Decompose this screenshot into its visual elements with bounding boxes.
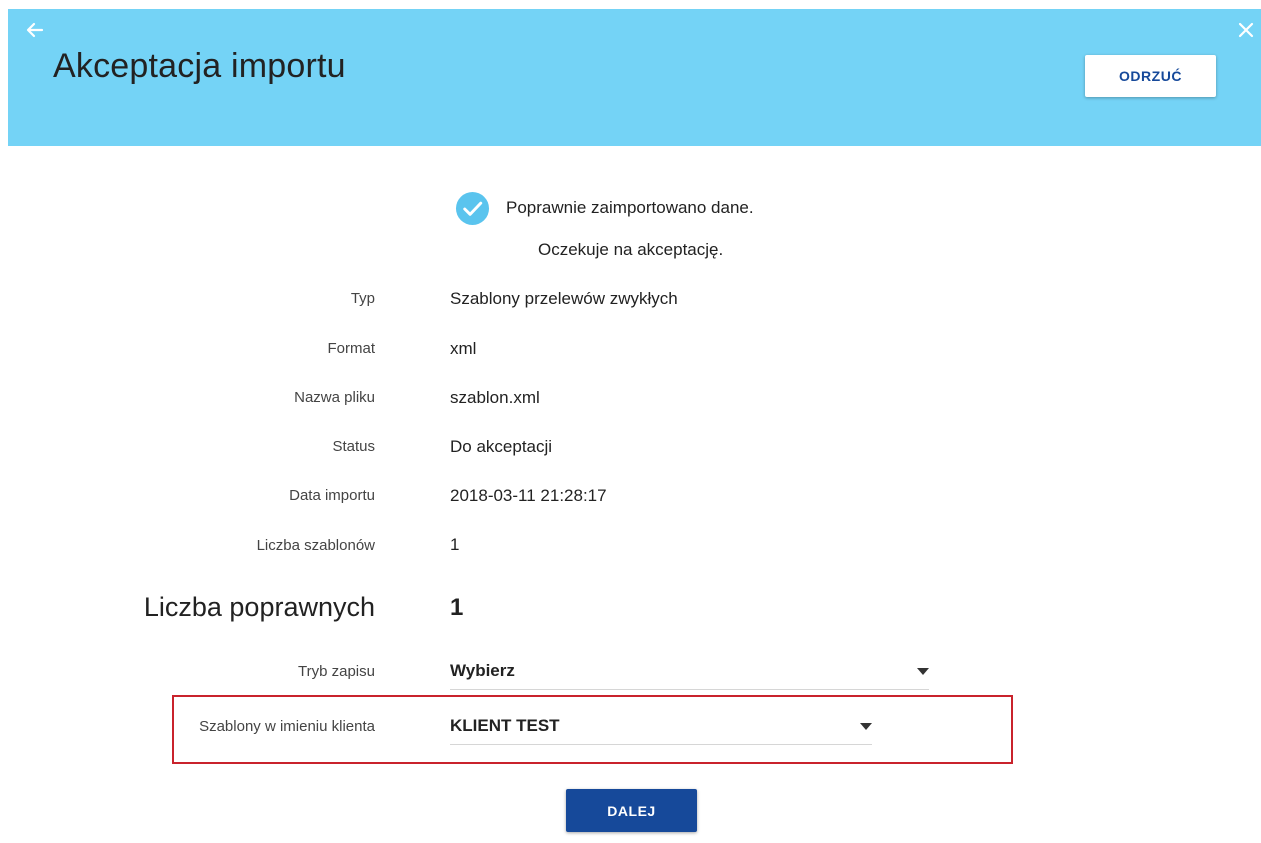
save-mode-select[interactable]: Wybierz: [450, 661, 929, 690]
next-button[interactable]: DALEJ: [566, 789, 697, 832]
correct-count-label: Liczba poprawnych: [143, 592, 375, 622]
success-message: Poprawnie zaimportowano dane.: [455, 190, 754, 226]
caret-down-icon: [860, 723, 872, 730]
save-mode-label: Tryb zapisu: [298, 663, 375, 680]
page-title: Akceptacja importu: [53, 47, 346, 85]
close-icon[interactable]: [1237, 21, 1255, 39]
detail-value-import-date: 2018-03-11 21:28:17: [450, 486, 607, 505]
caret-down-icon: [917, 668, 929, 675]
detail-value-status: Do akceptacji: [450, 437, 553, 456]
client-templates-label: Szablony w imieniu klienta: [199, 718, 375, 735]
pending-text: Oczekuje na akceptację.: [538, 240, 724, 259]
detail-value-format: xml: [450, 339, 477, 358]
save-mode-selected: Wybierz: [450, 661, 515, 680]
import-acceptance-page: Akceptacja importu ODRZUĆ Poprawnie zaim…: [0, 0, 1261, 843]
check-circle-icon: [455, 191, 490, 225]
detail-value-template-count: 1: [450, 535, 460, 554]
detail-label-status: Status: [332, 438, 375, 455]
arrow-left-icon[interactable]: [25, 20, 45, 40]
client-templates-selected: KLIENT TEST: [450, 716, 560, 735]
detail-label-file-name: Nazwa pliku: [294, 389, 375, 406]
detail-label-import-date: Data importu: [289, 487, 375, 504]
correct-count-value: 1: [450, 594, 464, 621]
detail-value-file-name: szablon.xml: [450, 388, 540, 407]
success-text: Poprawnie zaimportowano dane.: [506, 198, 754, 217]
detail-label-type: Typ: [350, 290, 375, 307]
client-templates-select[interactable]: KLIENT TEST: [450, 716, 872, 745]
detail-label-template-count: Liczba szablonów: [256, 537, 375, 554]
header-banner: Akceptacja importu ODRZUĆ: [8, 9, 1261, 146]
detail-value-type: Szablony przelewów zwykłych: [450, 289, 678, 308]
detail-label-format: Format: [327, 340, 375, 357]
reject-button[interactable]: ODRZUĆ: [1085, 55, 1216, 97]
